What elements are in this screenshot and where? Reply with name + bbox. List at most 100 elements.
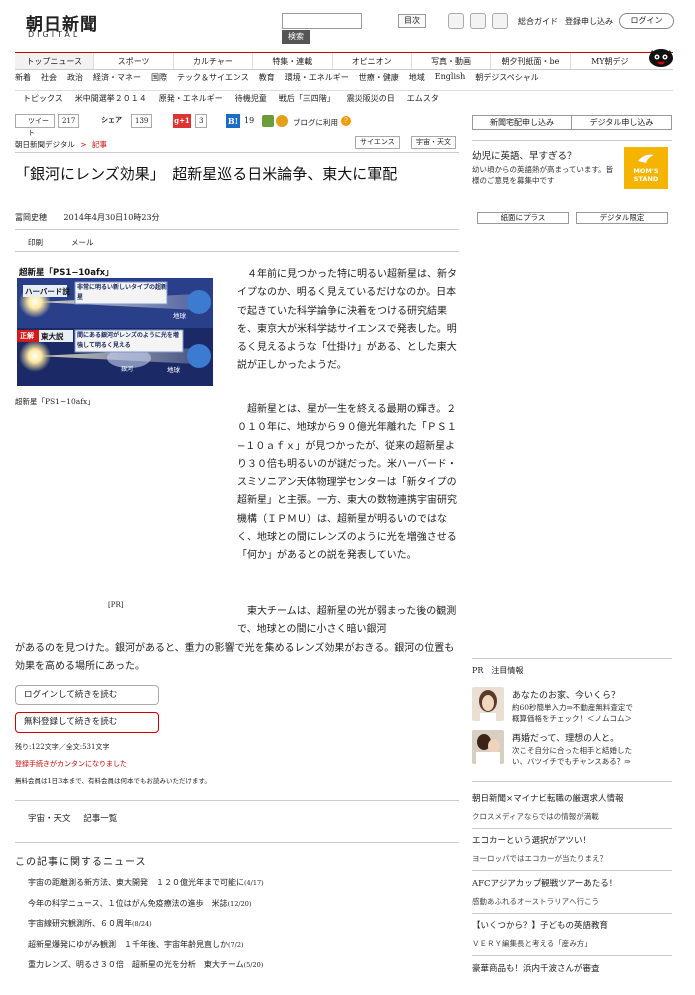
related-news-item[interactable]: 宇宙の距離測る新方法、東大開発 １２０億光年まで可能に(4/17)	[28, 873, 264, 894]
ad-title[interactable]: 幼児に英語、早すぎる？	[472, 148, 577, 162]
topic-item[interactable]: 震災阪災の日	[347, 93, 395, 104]
article-figure[interactable]: 超新星「PS1−10afx」 ハーバード説 非常に明るい新しいタイプの超新星 地…	[17, 264, 213, 386]
mail-link[interactable]: メール	[71, 237, 94, 248]
header-icon-3[interactable]	[492, 13, 508, 29]
pr-label: [PR]	[108, 601, 124, 609]
sub-nav-item[interactable]: 朝デジスペシャル	[475, 72, 538, 83]
guide-link[interactable]: 総合ガイド	[518, 16, 558, 27]
main-nav-item[interactable]: 特集・連載	[252, 53, 331, 69]
related-news-text[interactable]: 宇宙線研究観測所、６０周年	[28, 919, 132, 928]
breadcrumb-separator: >	[80, 140, 87, 149]
tweet-button[interactable]: ツイート	[15, 114, 55, 137]
sub-nav-item[interactable]: 政治	[67, 72, 83, 83]
topic-item[interactable]: エムスタ	[407, 93, 439, 104]
signup-link[interactable]: 登録申し込み	[565, 16, 613, 27]
related-news-date: (8/24)	[132, 920, 152, 928]
sub-nav-item[interactable]: 教育	[259, 72, 275, 83]
sub-nav-item[interactable]: 経済・マネー	[93, 72, 141, 83]
sidebar-link-title[interactable]: 豪華商品も！浜内千波さんが審査	[472, 961, 600, 978]
pr-item-title-2[interactable]: 再婚だって、理想の人と。	[512, 731, 619, 744]
topic-item[interactable]: 原発・エネルギー	[159, 93, 223, 104]
evernote-icon[interactable]	[262, 115, 274, 127]
main-nav-item[interactable]: 写真・動画	[410, 53, 490, 69]
sub-nav-item[interactable]: English	[435, 72, 466, 83]
blog-use-link[interactable]: ブログに利用	[293, 117, 338, 128]
related-news-item[interactable]: 宇宙線研究観測所、６０周年(8/24)	[28, 914, 264, 935]
fb-share-button[interactable]: シェア	[98, 114, 125, 128]
tag-space[interactable]: 宇宙・天文	[411, 136, 456, 149]
topic-item[interactable]: 戦后「三四階」	[279, 93, 335, 104]
sub-nav-item[interactable]: 環境・エネルギー	[285, 72, 349, 83]
sidebar-link-2[interactable]: エコカーという選択がアツい！ ヨーロッパではエコカーが当たりまえ？	[472, 833, 607, 867]
site-logo-sub[interactable]: DIGITAL	[28, 30, 80, 39]
print-link[interactable]: 印刷	[28, 237, 43, 248]
breadcrumb-current: 記事	[91, 140, 107, 149]
article-paragraph-3b: があるのを見つけた。銀河があると、重力の影響で光を集めるレンズ効果がおきる。銀河…	[15, 643, 455, 673]
member-notice: 無料会員は1日3本まで、有料会員は何本でもお読みいただけます。	[15, 777, 211, 785]
gplus-count: 3	[195, 114, 208, 128]
category-link-list[interactable]: 記事一覧	[83, 814, 117, 824]
related-news-item[interactable]: 重力レンズ、明るさ３０倍 超新星の光を分析 東大チーム(5/20)	[28, 955, 264, 976]
toc-button[interactable]: 目次	[398, 14, 426, 28]
digital-limited-button[interactable]: デジタル限定	[576, 212, 668, 224]
divider	[472, 781, 672, 782]
hatena-bookmark-icon[interactable]: B!	[226, 114, 240, 128]
main-nav-item[interactable]: トップニュース	[15, 53, 94, 69]
breadcrumb-site[interactable]: 朝日新聞デジタル	[15, 140, 75, 149]
related-news-item[interactable]: 超新星爆発にゆがみ観測 １千年後、宇宙年齢見直しか(7/2)	[28, 935, 264, 956]
sub-nav-item[interactable]: テック＆サイエンス	[177, 72, 249, 83]
moms-stand-logo[interactable]: MOM'S STAND	[624, 147, 668, 189]
related-news-text[interactable]: 超新星爆発にゆがみ観測 １千年後、宇宙年齢見直しか	[28, 940, 228, 949]
sub-nav-item[interactable]: 国際	[151, 72, 167, 83]
topics-label: トピックス	[23, 94, 63, 103]
login-continue-button[interactable]: ログインして続きを読む	[15, 685, 159, 705]
related-news-item[interactable]: 今年の科学ニュース、１位はがん免疫療法の進歩 米誌(12/20)	[28, 894, 264, 915]
article-paragraph-1: ４年前に見つかった特に明るい超新星は、新タイプなのか、明るく見えているだけなのか…	[237, 269, 457, 372]
login-button[interactable]: ログイン	[619, 13, 674, 29]
pr-item-title-1[interactable]: あなたのお家、今いくら？	[512, 688, 620, 701]
search-input[interactable]	[282, 13, 362, 29]
divider	[472, 913, 672, 914]
breadcrumb: 朝日新聞デジタル > 記事	[15, 139, 107, 150]
gplus-button[interactable]: g+1	[173, 114, 191, 128]
pr-avatar-2[interactable]	[472, 730, 504, 764]
main-nav-item[interactable]: スポーツ	[93, 53, 172, 69]
sidebar-link-title[interactable]: 朝日新聞×マイナビ転職の厳選求人情報	[472, 791, 623, 808]
main-nav-item[interactable]: オピニオン	[331, 53, 411, 69]
topic-item[interactable]: 米中間選挙２０１４	[75, 93, 147, 104]
related-news-text[interactable]: 宇宙の距離測る新方法、東大開発 １２０億光年まで可能に	[28, 878, 244, 887]
divider	[472, 870, 672, 871]
free-signup-continue-button[interactable]: 無料登録して続きを読む	[15, 712, 159, 733]
main-nav-item[interactable]: 朝夕刊紙面・be	[490, 53, 569, 69]
sub-nav-item[interactable]: 世療・健康	[359, 72, 399, 83]
category-link-space[interactable]: 宇宙・天文	[28, 814, 71, 824]
figure-label-correct: 正解	[20, 332, 34, 340]
sidebar-link-title[interactable]: AFCアジアカップ観戦ツアーあたる！	[472, 876, 617, 893]
related-news-text[interactable]: 今年の科学ニュース、１位はがん免疫療法の進歩 米誌	[28, 899, 228, 908]
sidebar-link-4[interactable]: 【いくつから？】子どもの英語教育 ＶＥＲＹ編集長と考える「産み方」	[472, 918, 608, 952]
sidebar-link-title[interactable]: 【いくつから？】子どもの英語教育	[472, 918, 608, 935]
sub-nav-item[interactable]: 新着	[15, 72, 31, 83]
digital-signup-button[interactable]: デジタル申し込み	[572, 115, 672, 130]
mixi-icon[interactable]	[276, 115, 288, 127]
help-icon[interactable]: ?	[341, 116, 351, 126]
home-delivery-button[interactable]: 新聞宅配申し込み	[472, 115, 572, 130]
paper-plus-button[interactable]: 紙面にプラス	[477, 212, 569, 224]
search-button[interactable]: 検索	[282, 30, 310, 44]
main-nav-item[interactable]: カルチャー	[172, 53, 252, 69]
tag-science[interactable]: サイエンス	[355, 136, 400, 149]
related-news-list: 宇宙の距離測る新方法、東大開発 １２０億光年まで可能に(4/17) 今年の科学ニ…	[28, 873, 264, 976]
sidebar-link-3[interactable]: AFCアジアカップ観戦ツアーあたる！ 感動あふれるオーストラリアへ行こう	[472, 876, 617, 910]
related-news-text[interactable]: 重力レンズ、明るさ３０倍 超新星の光を分析 東大チーム	[28, 960, 244, 969]
sidebar-link-title[interactable]: エコカーという選択がアツい！	[472, 833, 607, 850]
sidebar-link-1[interactable]: 朝日新聞×マイナビ転職の厳選求人情報 クロスメディアならではの情報が満載	[472, 791, 623, 825]
pr-avatar-1[interactable]	[472, 687, 504, 721]
header-icon-2[interactable]	[470, 13, 486, 29]
sub-nav-item[interactable]: 地域	[409, 72, 425, 83]
header-icon-1[interactable]	[448, 13, 464, 29]
sidebar-link-5[interactable]: 豪華商品も！浜内千波さんが審査	[472, 961, 600, 978]
sub-nav-item[interactable]: 社会	[41, 72, 57, 83]
signup-notice[interactable]: 登録手続きがカンタンになりました	[15, 759, 127, 769]
figure-label-harvard: ハーバード説	[25, 287, 70, 296]
topic-item[interactable]: 待機児童	[235, 93, 267, 104]
